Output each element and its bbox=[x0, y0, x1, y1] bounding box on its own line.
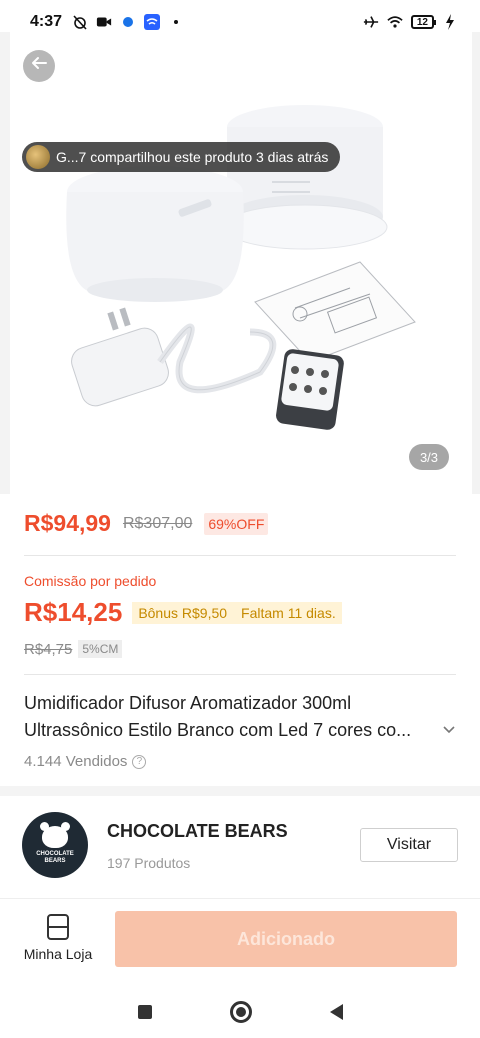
divider bbox=[0, 898, 480, 899]
status-icons-right: 12 bbox=[363, 14, 458, 30]
charging-icon bbox=[442, 14, 458, 30]
commission-label: Comissão por pedido bbox=[24, 573, 157, 589]
sharer-avatar bbox=[26, 145, 50, 169]
more-dot-icon bbox=[168, 14, 184, 30]
bear-icon bbox=[40, 821, 70, 848]
product-title-line-1: Umidificador Difusor Aromatizador 300ml bbox=[24, 693, 352, 713]
original-price: R$307,00 bbox=[122, 514, 193, 532]
wifi-app-icon bbox=[144, 14, 161, 30]
sold-count-row: 4.144 Vendidos ? bbox=[24, 753, 147, 770]
my-shop-label: Minha Loja bbox=[23, 946, 93, 962]
sold-count: 4.144 Vendidos bbox=[24, 753, 128, 770]
add-button[interactable]: Adicionado bbox=[115, 911, 457, 967]
image-counter: 3/3 bbox=[409, 444, 449, 470]
home-icon[interactable] bbox=[229, 1001, 252, 1023]
commission-value: R$14,25 bbox=[24, 597, 123, 627]
back-button[interactable] bbox=[23, 50, 55, 82]
divider bbox=[24, 674, 456, 675]
price: R$94,99 bbox=[24, 510, 111, 536]
airplane-icon bbox=[363, 14, 379, 30]
commission-row: R$14,25 Bônus R$9,50 Faltam 11 dias. bbox=[24, 597, 342, 628]
battery-icon: 12 bbox=[410, 15, 437, 29]
image-gutter-left bbox=[0, 32, 10, 494]
status-icons-left bbox=[72, 14, 184, 30]
commission-old-row: R$4,75 5%CM bbox=[24, 640, 123, 658]
discount-badge: 69%OFF bbox=[204, 512, 269, 535]
product-title-line-2: Ultrassônico Estilo Branco com Led 7 cor… bbox=[24, 720, 412, 740]
status-time: 4:37 bbox=[30, 13, 63, 30]
product-image[interactable] bbox=[10, 32, 472, 494]
nav-back-icon[interactable] bbox=[329, 1004, 343, 1020]
shop-product-count: 197 Produtos bbox=[107, 855, 191, 871]
recent-apps-icon[interactable] bbox=[137, 1005, 152, 1019]
price-row: R$94,99 R$307,00 69%OFF bbox=[24, 510, 269, 537]
store-icon bbox=[47, 914, 69, 940]
battery-level: 12 bbox=[416, 16, 428, 28]
alarm-off-icon bbox=[72, 14, 88, 30]
bonus-amount: Bônus R$9,50 bbox=[138, 604, 228, 621]
bonus-badge: Bônus R$9,50 Faltam 11 dias. bbox=[132, 601, 342, 624]
section-gap bbox=[0, 786, 480, 796]
my-shop-button[interactable]: Minha Loja bbox=[22, 914, 94, 962]
app-dot-icon bbox=[120, 14, 136, 30]
chevron-down-icon[interactable] bbox=[441, 722, 457, 738]
share-notice: G...7 compartilhou este produto 3 dias a… bbox=[22, 142, 341, 172]
video-camera-icon bbox=[96, 14, 112, 30]
wifi-icon bbox=[387, 14, 403, 30]
image-gutter-right bbox=[472, 32, 480, 494]
system-nav-bar bbox=[0, 986, 480, 1038]
arrow-left-icon bbox=[30, 54, 48, 78]
product-photo bbox=[66, 105, 416, 430]
divider bbox=[24, 555, 456, 556]
shop-logo-text: CHOCOLATE BEARS bbox=[36, 850, 74, 864]
shop-logo[interactable]: CHOCOLATE BEARS bbox=[22, 812, 88, 878]
commission-rate-badge: 5%CM bbox=[78, 640, 123, 658]
shop-name[interactable]: CHOCOLATE BEARS bbox=[107, 821, 288, 842]
visit-shop-button[interactable]: Visitar bbox=[360, 828, 458, 862]
bonus-deadline: Faltam 11 dias. bbox=[241, 604, 336, 621]
commission-old: R$4,75 bbox=[24, 640, 73, 658]
help-icon[interactable]: ? bbox=[132, 754, 147, 769]
share-text: G...7 compartilhou este produto 3 dias a… bbox=[56, 149, 329, 165]
